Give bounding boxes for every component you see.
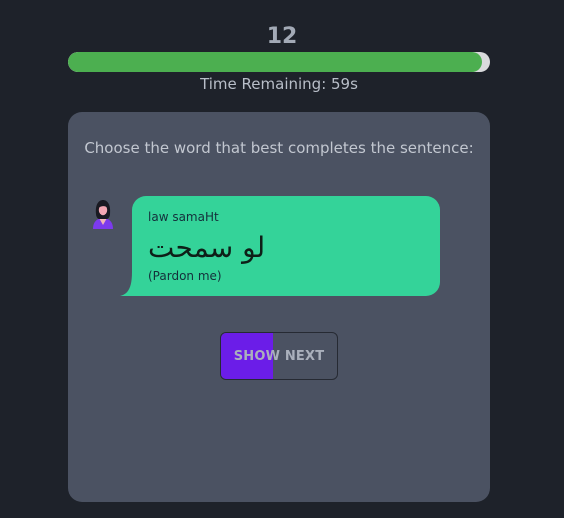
time-progress-bar bbox=[68, 52, 490, 72]
time-remaining-label: Time Remaining: 59s bbox=[200, 75, 358, 93]
show-next-button[interactable]: SHOW NEXT bbox=[220, 332, 338, 380]
woman-avatar-icon bbox=[93, 200, 113, 229]
translation-text: (Pardon me) bbox=[148, 269, 222, 283]
transliteration-text: law samaHt bbox=[148, 210, 219, 224]
time-progress-fill bbox=[68, 52, 483, 72]
show-next-label: SHOW NEXT bbox=[233, 348, 325, 364]
question-prompt: Choose the word that best completes the … bbox=[84, 139, 474, 157]
speech-bubble: law samaHt لو سمحت (Pardon me) bbox=[132, 196, 440, 296]
arabic-phrase: لو سمحت bbox=[148, 231, 266, 264]
question-card: Choose the word that best completes the … bbox=[68, 112, 490, 502]
score-counter: 12 bbox=[266, 24, 298, 49]
